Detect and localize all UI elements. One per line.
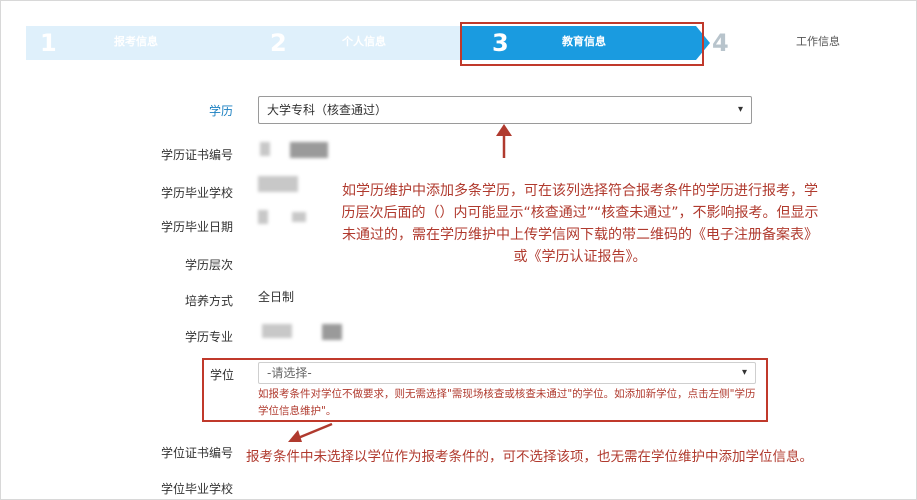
mode-label: 培养方式 (184, 294, 233, 308)
step-4-number: 4 (712, 29, 729, 57)
level-label: 学历层次 (184, 258, 233, 272)
grad-date-label: 学历毕业日期 (160, 220, 233, 234)
degree-annotation: 报考条件中未选择以学位作为报考条件的，可不选择该项，也无需在学位维护中添加学位信… (246, 449, 813, 465)
step-4-label: 工作信息 (796, 35, 840, 48)
redacted-value (258, 176, 298, 192)
degree-cert-label: 学位证书编号 (160, 446, 233, 460)
degree-placeholder: -请选择- (267, 366, 312, 380)
education-selected-value: 大学专科（核查通过） (267, 103, 388, 117)
step-2-label: 个人信息 (342, 35, 386, 48)
cert-no-label: 学历证书编号 (160, 148, 233, 162)
step-1-number: 1 (40, 29, 57, 57)
education-label: 学历 (208, 104, 233, 118)
redacted-value (262, 324, 292, 338)
degree-label: 学位 (209, 368, 234, 382)
degree-school-label: 学位毕业学校 (160, 482, 233, 496)
redacted-value (322, 324, 342, 340)
school-label: 学历毕业学校 (160, 186, 233, 200)
chevron-down-icon: ▾ (737, 104, 743, 115)
chevron-down-icon: ▾ (741, 367, 747, 378)
education-annotation: 如学历维护中添加多条学历，可在该列选择符合报考条件的学历进行报考，学历层次后面的… (341, 183, 819, 265)
degree-select[interactable]: -请选择- ▾ (258, 362, 756, 384)
active-step-highlight (460, 22, 704, 66)
arrow-up-icon (496, 124, 512, 158)
redacted-value (258, 210, 268, 224)
mode-value: 全日制 (258, 290, 295, 304)
step-1-label: 报考信息 (114, 35, 158, 48)
arrow-up-left-icon (288, 422, 333, 442)
redacted-value (290, 142, 328, 158)
degree-hint: 如报考条件对学位不做要求，则无需选择"需现场核查或核查未通过"的学位。如添加新学… (258, 388, 756, 417)
redacted-value (292, 212, 306, 222)
redacted-value (260, 142, 270, 156)
step-2-number: 2 (270, 29, 287, 57)
major-label: 学历专业 (184, 330, 233, 344)
education-select[interactable]: 大学专科（核查通过） ▾ (258, 96, 752, 124)
